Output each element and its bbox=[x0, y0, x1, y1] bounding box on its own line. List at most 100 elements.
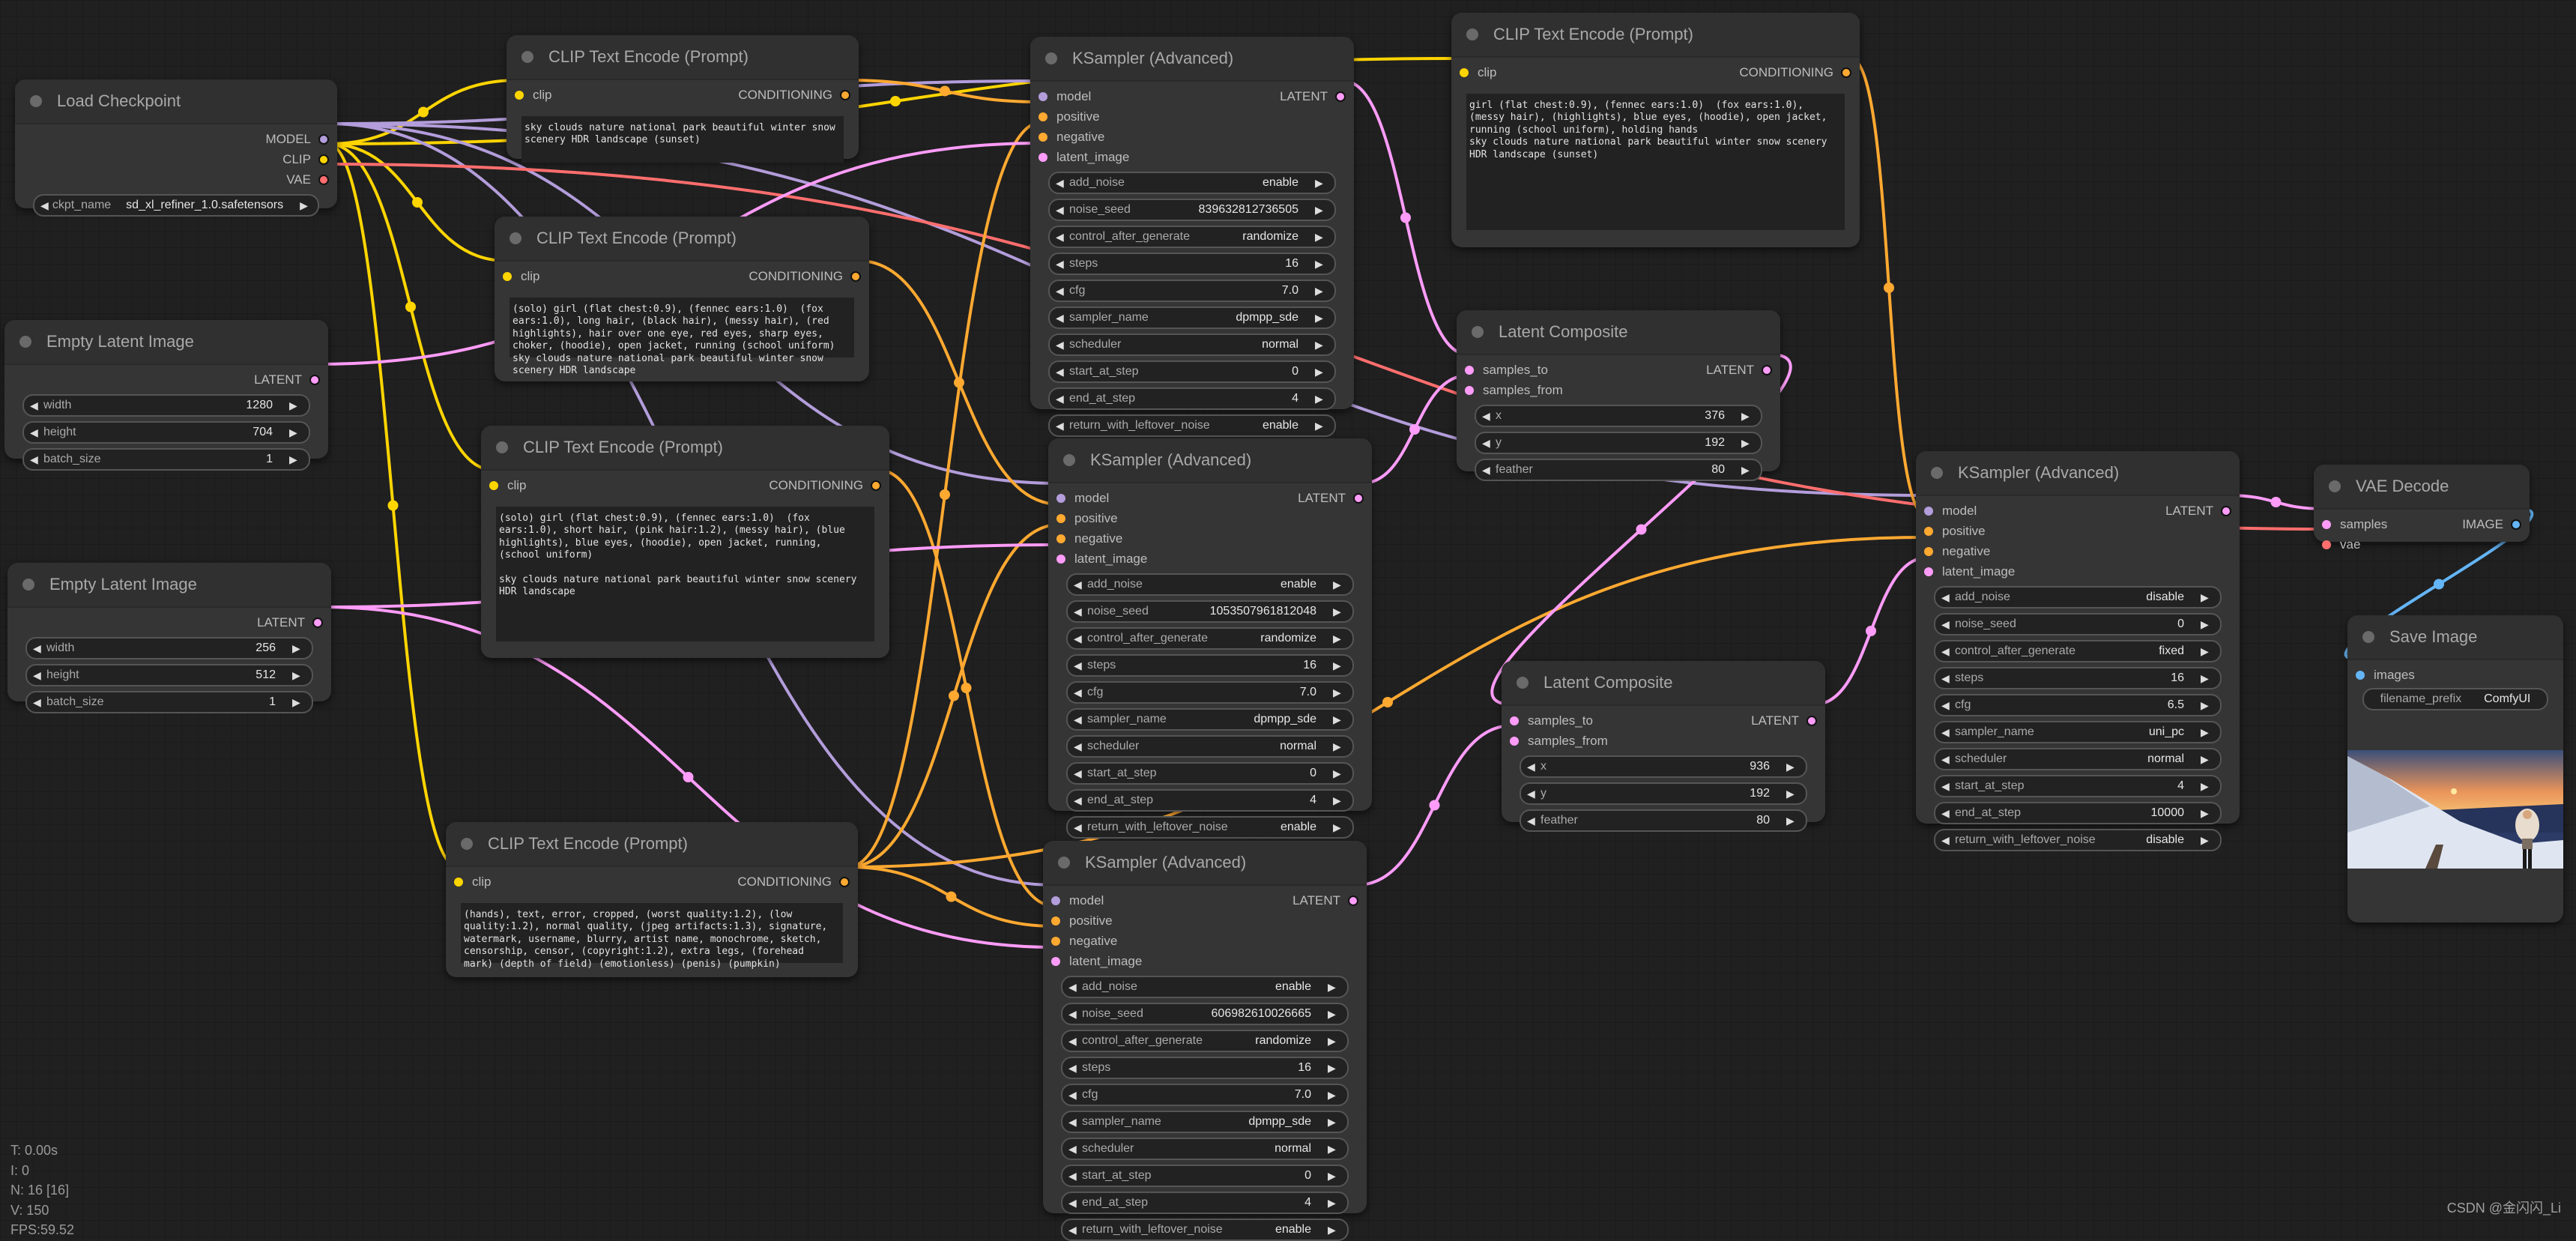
increment-arrow-icon[interactable]: ▶ bbox=[1328, 1170, 1341, 1183]
widget-return-with-leftover-noise[interactable]: ◀ return_with_leftover_noise enable ▶ bbox=[1066, 816, 1354, 839]
collapse-dot-icon[interactable] bbox=[1517, 677, 1529, 689]
model-pin-icon[interactable] bbox=[1056, 493, 1065, 503]
collapse-dot-icon[interactable] bbox=[19, 336, 31, 348]
decrement-arrow-icon[interactable]: ◀ bbox=[1056, 177, 1069, 190]
widget-add-noise[interactable]: ◀ add_noise disable ▶ bbox=[1934, 586, 2222, 609]
output-slot-latent[interactable]: LATENT bbox=[1751, 713, 1825, 728]
decrement-arrow-icon[interactable]: ◀ bbox=[1527, 815, 1541, 827]
node-title-bar[interactable]: Save Image bbox=[2347, 615, 2563, 660]
negative-pin-icon[interactable] bbox=[1038, 132, 1047, 142]
widget-steps[interactable]: ◀ steps 16 ▶ bbox=[1048, 253, 1336, 275]
decrement-arrow-icon[interactable]: ◀ bbox=[30, 453, 43, 466]
widget-height[interactable]: ◀ height 704 ▶ bbox=[22, 421, 310, 444]
images-pin-icon[interactable] bbox=[2356, 670, 2365, 680]
decrement-arrow-icon[interactable]: ◀ bbox=[1056, 258, 1069, 271]
decrement-arrow-icon[interactable]: ◀ bbox=[1056, 420, 1069, 432]
increment-arrow-icon[interactable]: ▶ bbox=[1328, 1197, 1341, 1210]
decrement-arrow-icon[interactable]: ◀ bbox=[1941, 591, 1955, 604]
node-title-bar[interactable]: Latent Composite bbox=[1457, 310, 1780, 355]
collapse-dot-icon[interactable] bbox=[22, 579, 34, 591]
collapse-dot-icon[interactable] bbox=[2329, 480, 2341, 492]
latent-pin-icon[interactable] bbox=[309, 374, 320, 385]
increment-arrow-icon[interactable]: ▶ bbox=[2201, 753, 2214, 766]
output-slot-latent[interactable]: LATENT bbox=[1292, 893, 1367, 908]
output-slot-model[interactable]: MODEL bbox=[266, 132, 337, 147]
negative-pin-icon[interactable] bbox=[1051, 936, 1060, 946]
latent-pin-icon[interactable] bbox=[2221, 505, 2231, 516]
input-slot-positive[interactable]: positive bbox=[1048, 511, 1118, 526]
widget-scheduler[interactable]: ◀ scheduler normal ▶ bbox=[1061, 1138, 1349, 1160]
samples-from-pin-icon[interactable] bbox=[1465, 385, 1474, 395]
decrement-arrow-icon[interactable]: ◀ bbox=[1074, 740, 1087, 753]
decrement-arrow-icon[interactable]: ◀ bbox=[1941, 699, 1955, 712]
link-midpoint-handle[interactable] bbox=[1400, 212, 1411, 223]
increment-arrow-icon[interactable]: ▶ bbox=[1328, 1008, 1341, 1021]
decrement-arrow-icon[interactable]: ◀ bbox=[33, 696, 46, 709]
conditioning-pin-icon[interactable] bbox=[850, 271, 861, 282]
input-slot-clip[interactable]: clip bbox=[481, 478, 527, 493]
decrement-arrow-icon[interactable]: ◀ bbox=[40, 199, 52, 212]
widget-start-at-step[interactable]: ◀ start_at_step 4 ▶ bbox=[1934, 775, 2222, 797]
input-slot-latent-image[interactable]: latent_image bbox=[1916, 564, 2015, 579]
latent-pin-icon[interactable] bbox=[312, 617, 323, 628]
input-slot-negative[interactable]: negative bbox=[1048, 531, 1122, 546]
increment-arrow-icon[interactable]: ▶ bbox=[1333, 579, 1346, 591]
input-slot-samples-to[interactable]: samples_to bbox=[1502, 713, 1593, 728]
decrement-arrow-icon[interactable]: ◀ bbox=[1056, 204, 1069, 217]
link-clip-to-clip3[interactable] bbox=[327, 142, 494, 471]
samples-to-pin-icon[interactable] bbox=[1510, 716, 1519, 725]
node-title-bar[interactable]: Empty Latent Image bbox=[7, 563, 331, 608]
node-clip-text-encode[interactable]: CLIP Text Encode (Prompt) clip CONDITIONIN… bbox=[446, 822, 858, 977]
node-ksampler-advanced[interactable]: KSampler (Advanced) model LATENT positive ne… bbox=[1916, 451, 2240, 851]
widget-control-after-generate[interactable]: ◀ control_after_generate randomize ▶ bbox=[1066, 627, 1354, 650]
image-pin-icon[interactable] bbox=[2511, 519, 2521, 530]
image-preview[interactable] bbox=[2347, 750, 2563, 869]
decrement-arrow-icon[interactable]: ◀ bbox=[1074, 767, 1087, 780]
collapse-dot-icon[interactable] bbox=[1058, 857, 1070, 869]
widget-sampler-name[interactable]: ◀ sampler_name dpmpp_sde ▶ bbox=[1066, 708, 1354, 731]
widget-y[interactable]: ◀ y 192 ▶ bbox=[1520, 782, 1807, 805]
widget-feather[interactable]: ◀ feather 80 ▶ bbox=[1475, 459, 1762, 481]
widget-batch-size[interactable]: ◀ batch_size 1 ▶ bbox=[25, 691, 313, 713]
increment-arrow-icon[interactable]: ▶ bbox=[289, 399, 303, 412]
widget-scheduler[interactable]: ◀ scheduler normal ▶ bbox=[1934, 748, 2222, 770]
decrement-arrow-icon[interactable]: ◀ bbox=[1068, 1008, 1082, 1021]
collapse-dot-icon[interactable] bbox=[461, 838, 473, 850]
link-clip-to-clip2[interactable] bbox=[327, 142, 507, 262]
increment-arrow-icon[interactable]: ▶ bbox=[2201, 699, 2214, 712]
link-ks2-to-composite1[interactable] bbox=[1361, 374, 1469, 485]
collapse-dot-icon[interactable] bbox=[1063, 454, 1075, 466]
latent-image-pin-icon[interactable] bbox=[1056, 554, 1065, 564]
increment-arrow-icon[interactable]: ▶ bbox=[1328, 1035, 1341, 1048]
latent-pin-icon[interactable] bbox=[1335, 91, 1346, 102]
increment-arrow-icon[interactable]: ▶ bbox=[1741, 410, 1755, 423]
widget-noise-seed[interactable]: ◀ noise_seed 1053507961812048 ▶ bbox=[1066, 600, 1354, 623]
input-slot-model[interactable]: model bbox=[1043, 893, 1104, 908]
widget-steps[interactable]: ◀ steps 16 ▶ bbox=[1066, 654, 1354, 677]
widget-x[interactable]: ◀ x 936 ▶ bbox=[1520, 755, 1807, 778]
increment-arrow-icon[interactable]: ▶ bbox=[2201, 780, 2214, 793]
decrement-arrow-icon[interactable]: ◀ bbox=[1941, 753, 1955, 766]
node-save-image[interactable]: Save Image images filename_prefix ComfyUI bbox=[2347, 615, 2563, 923]
decrement-arrow-icon[interactable]: ◀ bbox=[1056, 312, 1069, 324]
increment-arrow-icon[interactable]: ▶ bbox=[1328, 1143, 1341, 1156]
decrement-arrow-icon[interactable]: ◀ bbox=[1941, 834, 1955, 847]
node-title-bar[interactable]: Empty Latent Image bbox=[4, 320, 328, 365]
widget-x[interactable]: ◀ x 376 ▶ bbox=[1475, 405, 1762, 427]
positive-pin-icon[interactable] bbox=[1924, 526, 1933, 536]
model-pin-icon[interactable] bbox=[1051, 896, 1060, 905]
decrement-arrow-icon[interactable]: ◀ bbox=[33, 642, 46, 655]
node-title-bar[interactable]: CLIP Text Encode (Prompt) bbox=[446, 822, 858, 867]
model-pin-icon[interactable] bbox=[318, 133, 329, 145]
link-midpoint-handle[interactable] bbox=[946, 891, 957, 902]
collapse-dot-icon[interactable] bbox=[1045, 52, 1057, 64]
increment-arrow-icon[interactable]: ▶ bbox=[2201, 807, 2214, 820]
widget-width[interactable]: ◀ width 256 ▶ bbox=[25, 637, 313, 659]
increment-arrow-icon[interactable]: ▶ bbox=[2201, 834, 2214, 847]
node-empty-latent-image[interactable]: Empty Latent Image LATENT ◀ width 1280 ▶ ◀ heig… bbox=[4, 320, 328, 471]
widget-end-at-step[interactable]: ◀ end_at_step 4 ▶ bbox=[1048, 387, 1336, 410]
link-ks1-to-composite1[interactable] bbox=[1343, 79, 1469, 356]
widget-return-with-leftover-noise[interactable]: ◀ return_with_leftover_noise disable ▶ bbox=[1934, 829, 2222, 851]
decrement-arrow-icon[interactable]: ◀ bbox=[1068, 1089, 1082, 1102]
decrement-arrow-icon[interactable]: ◀ bbox=[1068, 981, 1082, 994]
